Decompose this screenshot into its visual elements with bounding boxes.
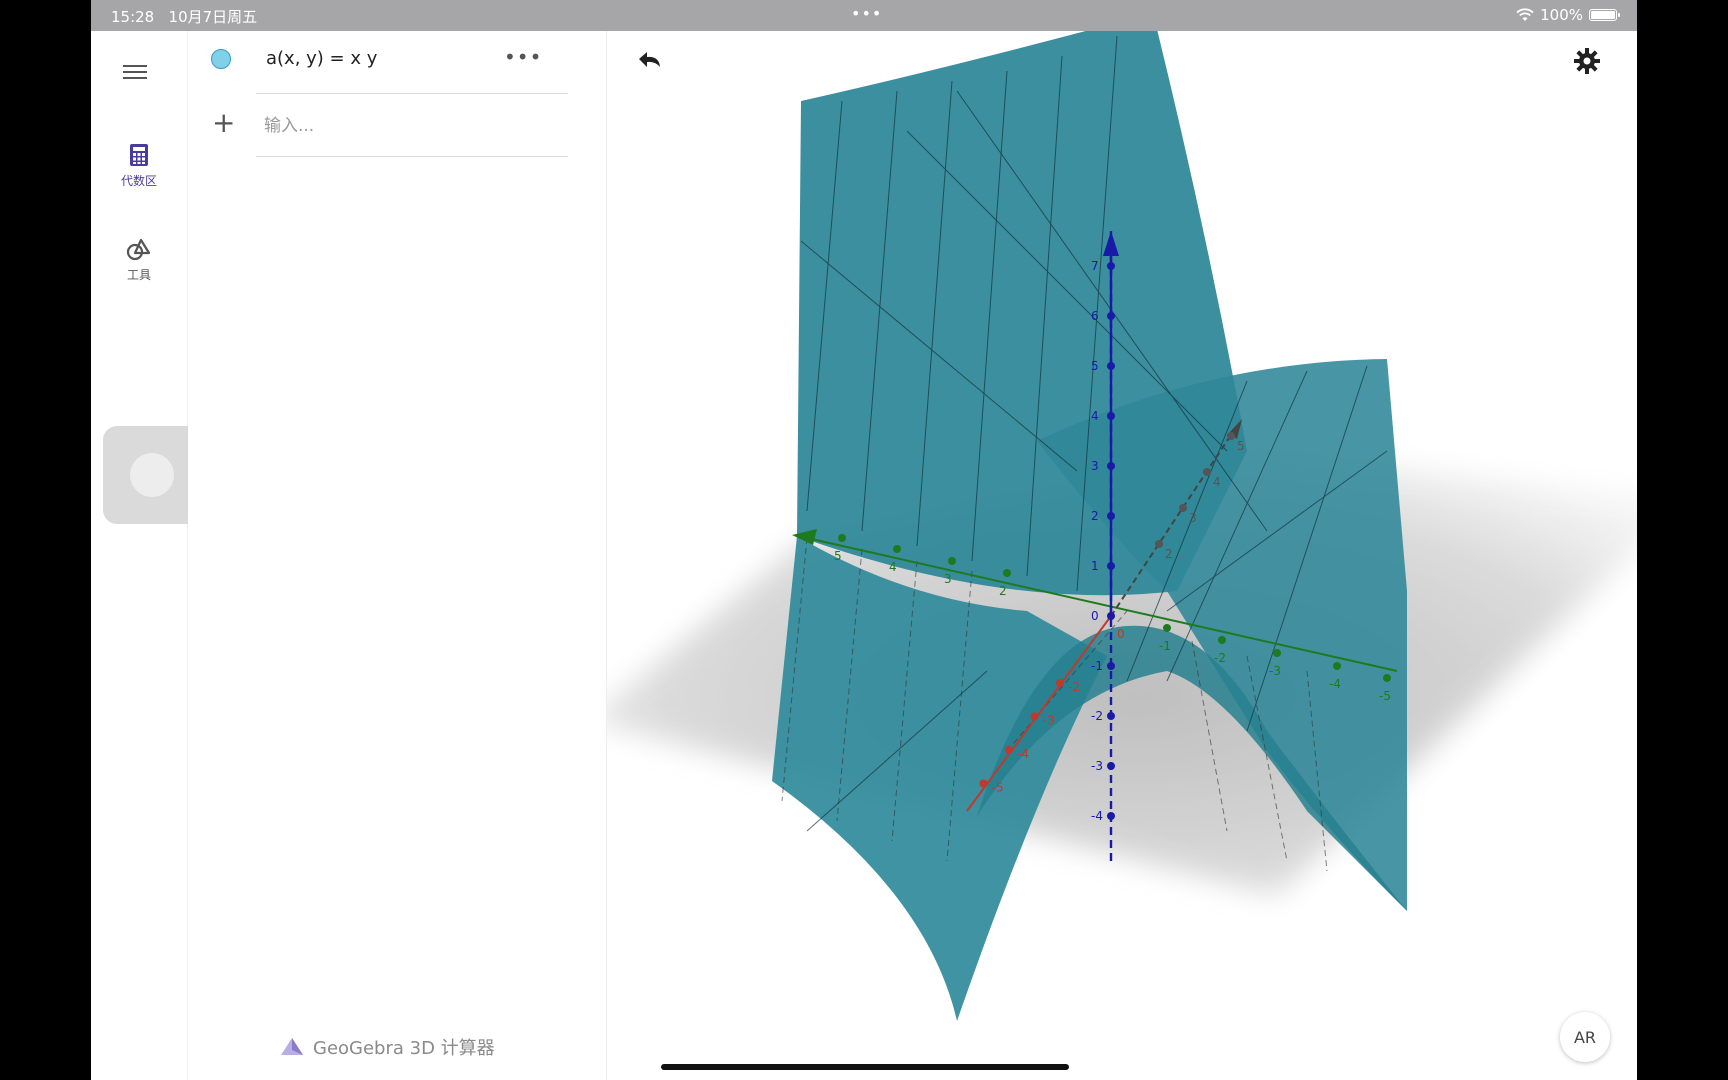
rail-item-algebra-label: 代数区: [120, 174, 157, 188]
battery-icon: [1589, 9, 1620, 21]
z-axis-tick-label: -3: [1091, 759, 1103, 773]
z-axis-tick: [1107, 262, 1115, 270]
algebra-panel: a(x, y) = x y ••• + GeoGebra 3D 计算器: [188, 31, 691, 1080]
more-options-icon[interactable]: •••: [504, 45, 542, 69]
z-axis-tick: [1107, 412, 1115, 420]
origin-label: 0: [1117, 627, 1125, 641]
algebra-expression[interactable]: a(x, y) = x y: [266, 48, 377, 69]
z-axis-tick: [1107, 762, 1115, 770]
x-axis-tick-label: -3: [1043, 714, 1055, 728]
x-axis-pos-tick: [1179, 504, 1187, 512]
home-indicator[interactable]: [661, 1064, 1069, 1070]
z-axis-tick-label: 0: [1091, 609, 1099, 623]
z-axis-tick: [1107, 712, 1115, 720]
z-axis-tick: [1107, 512, 1115, 520]
z-axis-tick-label: 3: [1091, 459, 1099, 473]
z-axis-tick-label: 4: [1091, 409, 1099, 423]
x-axis-tick: [1005, 746, 1013, 754]
x-axis-tick: [979, 779, 988, 788]
app-brand-name: GeoGebra 3D 计算器: [313, 1038, 495, 1059]
y-axis-tick: [948, 557, 956, 565]
rail-item-tools-label: 工具: [126, 268, 151, 282]
y-axis-tick-label: 3: [944, 572, 952, 586]
z-axis-tick: [1107, 362, 1115, 370]
settings-gear-icon[interactable]: [1573, 47, 1601, 75]
x-axis-tick: [1030, 712, 1039, 721]
rail-item-tools[interactable]: 工具: [91, 237, 187, 283]
undo-icon[interactable]: [633, 47, 665, 77]
y-axis-tick: [838, 534, 846, 542]
z-axis-tick-label: 5: [1091, 359, 1099, 373]
status-time: 15:28: [111, 8, 155, 26]
assistive-touch-button[interactable]: [103, 426, 201, 524]
x-axis-pos-tick-label: 2: [1165, 547, 1173, 561]
calculator-icon: [130, 144, 148, 166]
status-time-date: 15:28 10月7日周五: [111, 6, 257, 27]
y-axis-tick-label: -5: [1379, 689, 1391, 703]
z-axis-tick: [1107, 312, 1115, 320]
geogebra-3d-logo-icon: [281, 1038, 303, 1055]
y-axis-tick: [1273, 649, 1281, 657]
graphics-3d-view[interactable]: 0 7 6 5 4 3 2 1 0 -1 -2 -3 -4 5 4 3 2 -1 -2 -3 -4 -5 -2 -3 -4…: [607, 31, 1637, 1080]
x-axis-pos-tick-label: 5: [1237, 439, 1245, 453]
wifi-icon: [1516, 8, 1534, 21]
z-axis-tick: [1107, 812, 1115, 820]
y-axis-tick: [1333, 662, 1341, 670]
x-axis-tick: [1056, 679, 1064, 687]
x-axis-pos-tick-label: 3: [1189, 511, 1197, 525]
multitask-dots-icon[interactable]: •••: [851, 4, 882, 23]
y-axis-tick: [1383, 674, 1391, 682]
y-axis-tick-label: 5: [834, 549, 842, 563]
hamburger-menu-icon[interactable]: [123, 61, 147, 83]
x-axis-tick-label: -4: [1017, 747, 1029, 761]
z-axis-tick-label: -1: [1091, 659, 1103, 673]
x-axis-tick-label: -2: [1068, 680, 1080, 694]
z-axis-tick-label: 1: [1091, 559, 1099, 573]
input-separator: [256, 156, 568, 157]
z-axis-tick: [1107, 662, 1115, 670]
z-axis-tick-label: -4: [1091, 809, 1103, 823]
x-axis-tick-label: -5: [992, 781, 1004, 795]
ar-button[interactable]: AR: [1560, 1012, 1610, 1062]
y-axis-tick: [893, 545, 901, 553]
y-axis-tick-label: -3: [1269, 664, 1281, 678]
side-rail: 代数区 工具: [91, 31, 188, 1080]
z-axis-tick: [1107, 562, 1115, 570]
row-separator: [256, 93, 568, 94]
y-axis-tick-label: -1: [1159, 639, 1171, 653]
y-axis-tick: [1163, 624, 1171, 632]
visibility-toggle[interactable]: [211, 49, 231, 69]
app-brand: GeoGebra 3D 计算器: [279, 1034, 495, 1060]
z-axis-tick-label: 6: [1091, 309, 1099, 323]
device-screen: 15:28 10月7日周五 ••• 100% 代数区 工具 a(x, y) = …: [91, 0, 1637, 1080]
x-axis-pos-tick: [1227, 432, 1235, 440]
y-axis-tick-label: -4: [1329, 677, 1341, 691]
z-axis-tick: [1107, 612, 1115, 620]
shapes-icon: [126, 238, 151, 261]
status-right: 100%: [1516, 6, 1620, 24]
surface-plot[interactable]: 0 7 6 5 4 3 2 1 0 -1 -2 -3 -4 5 4 3 2 -1 -2 -3 -4 -5 -2 -3 -4…: [607, 31, 1637, 1080]
y-axis-tick-label: 4: [889, 560, 897, 574]
x-axis-pos-tick-label: 4: [1213, 475, 1221, 489]
algebra-row: a(x, y) = x y •••: [188, 31, 606, 93]
rail-item-algebra[interactable]: 代数区: [91, 143, 187, 189]
z-axis-tick-label: 2: [1091, 509, 1099, 523]
x-axis-pos-tick: [1203, 468, 1211, 476]
x-axis-pos-tick: [1155, 540, 1163, 548]
status-bar: 15:28 10月7日周五 ••• 100%: [91, 0, 1637, 31]
battery-percent: 100%: [1540, 6, 1583, 24]
z-axis-tick-label: -2: [1091, 709, 1103, 723]
y-axis-tick: [1218, 636, 1226, 644]
y-axis-tick: [1003, 569, 1011, 577]
z-axis-tick-label: 7: [1091, 259, 1099, 273]
y-axis-tick-label: -2: [1214, 651, 1226, 665]
status-date: 10月7日周五: [168, 8, 258, 26]
y-axis-tick-label: 2: [999, 584, 1007, 598]
add-input-icon[interactable]: +: [212, 109, 235, 137]
z-axis-tick: [1107, 462, 1115, 470]
algebra-input[interactable]: [262, 108, 566, 144]
